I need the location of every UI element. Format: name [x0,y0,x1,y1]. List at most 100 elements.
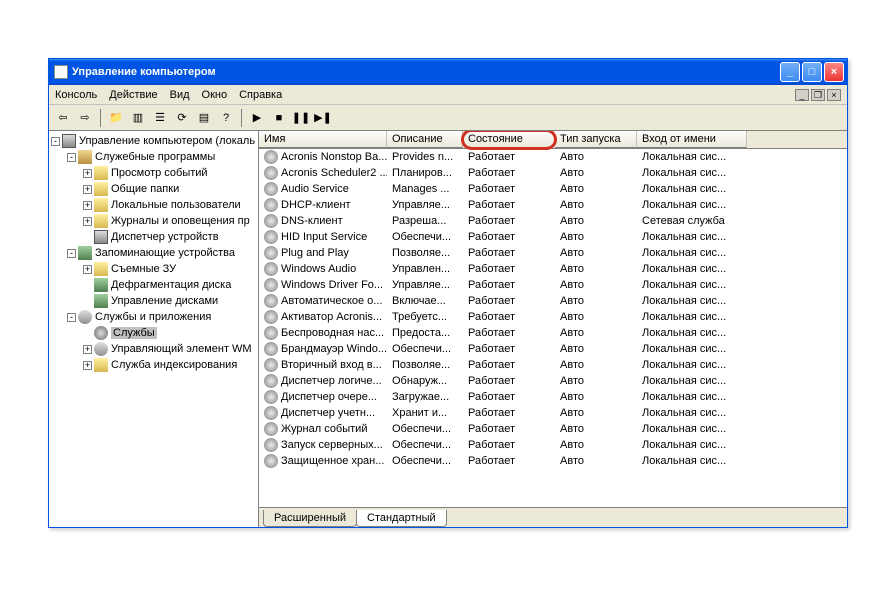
tree-node[interactable]: +Общие папки [49,181,258,197]
expander-icon[interactable]: - [67,313,76,322]
cell: Plug and Play [259,246,387,260]
forward-button[interactable]: ⇨ [75,108,95,128]
list-body[interactable]: Acronis Nonstop Ba...Provides n...Работа… [259,149,847,507]
service-row[interactable]: DHCP-клиентУправляе...РаботаетАвтоЛокаль… [259,197,847,213]
menu-action[interactable]: Действие [109,89,157,101]
menu-console[interactable]: Консоль [55,89,97,101]
stop-button[interactable]: ■ [269,108,289,128]
tree-node[interactable]: - Служебные программы [49,149,258,165]
cell: Авто [555,295,637,307]
export-button[interactable]: ▤ [194,108,214,128]
service-row[interactable]: Брандмауэр Windo...Обеспечи...РаботаетАв… [259,341,847,357]
pause-button[interactable]: ❚❚ [291,108,311,128]
service-icon [264,310,278,324]
tree-node[interactable]: +Управляющий элемент WM [49,341,258,357]
back-button[interactable]: ⇦ [53,108,73,128]
tree-node[interactable]: Службы [49,325,258,341]
column-header[interactable]: Имя [259,131,387,148]
tree-node[interactable]: Управление дисками [49,293,258,309]
tree-node[interactable]: Дефрагментация диска [49,277,258,293]
service-row[interactable]: Защищенное хран...Обеспечи...РаботаетАвт… [259,453,847,469]
expander-icon[interactable]: + [83,217,92,226]
play-button[interactable]: ▶ [247,108,267,128]
expander-icon[interactable]: + [83,185,92,194]
cell: Авто [555,199,637,211]
tree-node[interactable]: -Управление компьютером (локаль [49,133,258,149]
tree-node[interactable]: +Локальные пользователи [49,197,258,213]
service-row[interactable]: Plug and PlayПозволяе...РаботаетАвтоЛока… [259,245,847,261]
mdi-buttons: _ ❐ × [795,89,841,101]
properties-button[interactable]: ☰ [150,108,170,128]
column-header[interactable]: Вход от имени [637,131,747,148]
view-tab[interactable]: Расширенный [263,510,357,527]
service-row[interactable]: Запуск серверных...Обеспечи...РаботаетАв… [259,437,847,453]
service-row[interactable]: DNS-клиентРазреша...РаботаетАвтоСетевая … [259,213,847,229]
show-hide-button[interactable]: ▥ [128,108,148,128]
cell: Авто [555,375,637,387]
refresh-button[interactable]: ⟳ [172,108,192,128]
mdi-close-button[interactable]: × [827,89,841,101]
expander-icon[interactable]: + [83,169,92,178]
mdi-restore-button[interactable]: ❐ [811,89,825,101]
service-row[interactable]: Audio ServiceManages ...РаботаетАвтоЛока… [259,181,847,197]
service-row[interactable]: Windows AudioУправлен...РаботаетАвтоЛока… [259,261,847,277]
expander-icon[interactable]: + [83,265,92,274]
menu-view[interactable]: Вид [170,89,190,101]
tree-label: Запоминающие устройства [95,247,235,259]
service-row[interactable]: Диспетчер логиче...Обнаруж...РаботаетАвт… [259,373,847,389]
menu-window[interactable]: Окно [202,89,228,101]
service-row[interactable]: Вторичный вход в...Позволяе...РаботаетАв… [259,357,847,373]
tree-icon [94,198,108,212]
close-button[interactable]: × [824,62,844,82]
expander-icon[interactable]: + [83,345,92,354]
tree-node[interactable]: + Журналы и оповещения пр [49,213,258,229]
expander-icon[interactable]: - [51,137,60,146]
help-button[interactable]: ? [216,108,236,128]
restart-button[interactable]: ▶❚ [313,108,333,128]
tree-label: Служебные программы [95,151,215,163]
column-header[interactable]: Тип запуска [555,131,637,148]
expander-icon[interactable]: + [83,361,92,370]
cell: Локальная сис... [637,439,747,451]
tree-node[interactable]: +Съемные ЗУ [49,261,258,277]
tree-icon [94,326,108,340]
cell: Локальная сис... [637,343,747,355]
service-row[interactable]: Диспетчер очере...Загружае...РаботаетАвт… [259,389,847,405]
tree-node[interactable]: - Запоминающие устройства [49,245,258,261]
service-row[interactable]: Acronis Nonstop Ba...Provides n...Работа… [259,149,847,165]
service-row[interactable]: HID Input ServiceОбеспечи...РаботаетАвто… [259,229,847,245]
maximize-button[interactable]: □ [802,62,822,82]
up-button[interactable]: 📁 [106,108,126,128]
expander-icon[interactable]: - [67,249,76,258]
view-tab[interactable]: Стандартный [356,510,447,527]
service-row[interactable]: Windows Driver Fo...Управляе...РаботаетА… [259,277,847,293]
tree-node[interactable]: +Просмотр событий [49,165,258,181]
tree-label: Журналы и оповещения пр [111,215,250,227]
service-row[interactable]: Активатор Acronis...Требуетс...РаботаетА… [259,309,847,325]
column-header[interactable]: Описание [387,131,463,148]
cell: Планиров... [387,167,463,179]
menu-help[interactable]: Справка [239,89,282,101]
service-row[interactable]: Беспроводная нас...Предоста...РаботаетАв… [259,325,847,341]
column-header[interactable]: Состояние [463,131,555,148]
cell: DHCP-клиент [259,198,387,212]
service-row[interactable]: Acronis Scheduler2 ...Планиров...Работае… [259,165,847,181]
tree-node[interactable]: Диспетчер устройств [49,229,258,245]
nav-tree[interactable]: -Управление компьютером (локаль-Служебны… [49,131,259,527]
cell: Локальная сис... [637,167,747,179]
tree-node[interactable]: +Служба индексирования [49,357,258,373]
tree-node[interactable]: -Службы и приложения [49,309,258,325]
service-row[interactable]: Автоматическое о...Включае...РаботаетАвт… [259,293,847,309]
cell: Работает [463,359,555,371]
service-row[interactable]: Журнал событийОбеспечи...РаботаетАвтоЛок… [259,421,847,437]
tree-icon [94,358,108,372]
cell: Локальная сис... [637,295,747,307]
service-row[interactable]: Диспетчер учетн...Хранит и...РаботаетАвт… [259,405,847,421]
cell: Работает [463,215,555,227]
mdi-minimize-button[interactable]: _ [795,89,809,101]
minimize-button[interactable]: _ [780,62,800,82]
tree-label: Управление дисками [111,295,218,307]
expander-icon[interactable]: + [83,201,92,210]
expander-icon[interactable]: - [67,153,76,162]
titlebar[interactable]: Управление компьютером _ □ × [49,59,847,85]
